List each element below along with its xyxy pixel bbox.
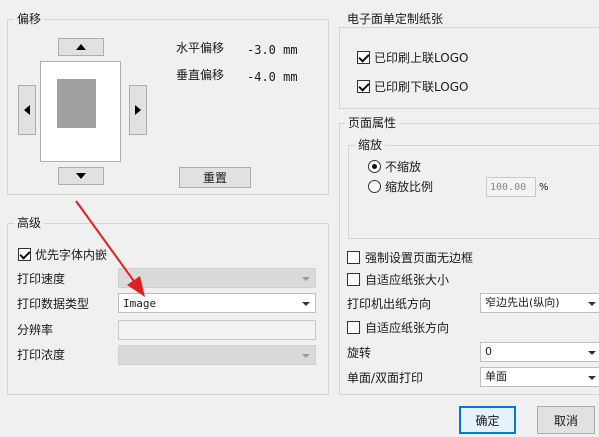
cancel-button[interactable]: 取消 (537, 406, 595, 434)
offset-right-button[interactable] (129, 85, 147, 135)
print-speed-select[interactable] (118, 268, 316, 288)
chevron-down-icon (588, 351, 596, 355)
ok-button[interactable]: 确定 (459, 406, 516, 434)
fit-paper-direction-label: 自适应纸张方向 (365, 321, 450, 335)
chevron-down-icon (588, 376, 596, 380)
chevron-down-icon (302, 302, 310, 306)
percent-label: % (539, 182, 549, 193)
horizontal-offset-label: 水平偏移 (176, 41, 225, 55)
duplex-label: 单面/双面打印 (347, 371, 424, 385)
density-select[interactable] (118, 345, 316, 365)
custom-paper-title: 电子面单定制纸张 (345, 12, 446, 26)
rotate-label: 旋转 (347, 346, 372, 360)
reset-button[interactable]: 重置 (179, 167, 251, 188)
scale-group-title: 缩放 (355, 138, 386, 152)
feed-direction-value: 窄边先出(纵向) (485, 296, 560, 309)
chevron-down-icon (588, 302, 596, 306)
density-label: 打印浓度 (17, 348, 66, 362)
resolution-field[interactable] (118, 320, 316, 340)
scale-ratio-label: 缩放比例 (385, 180, 434, 194)
print-speed-label: 打印速度 (17, 272, 66, 286)
fit-paper-size-checkbox[interactable] (347, 273, 360, 286)
embed-font-label: 优先字体内嵌 (35, 248, 108, 262)
arrow-down-icon (76, 173, 86, 179)
advanced-group-title: 高级 (14, 216, 45, 230)
page-props-title: 页面属性 (345, 116, 400, 130)
data-type-select[interactable]: Image (118, 293, 316, 313)
no-scale-label: 不缩放 (385, 160, 422, 174)
arrow-right-icon (135, 105, 141, 115)
scale-ratio-value: 100.00 (490, 182, 527, 193)
arrow-up-icon (76, 44, 86, 50)
scale-ratio-input[interactable]: 100.00 (486, 177, 536, 197)
rotate-select[interactable]: 0 (480, 342, 599, 362)
offset-down-button[interactable] (58, 167, 104, 185)
fit-paper-size-label: 自适应纸张大小 (365, 273, 450, 287)
upper-logo-checkbox[interactable] (357, 51, 370, 64)
offset-group-title: 偏移 (14, 12, 45, 26)
chevron-down-icon (302, 277, 310, 281)
scale-ratio-radio[interactable] (368, 180, 381, 193)
horizontal-offset-value: -3.0 mm (247, 43, 298, 57)
arrow-left-icon (24, 105, 30, 115)
vertical-offset-label: 垂直偏移 (176, 68, 225, 82)
vertical-offset-value: -4.0 mm (247, 70, 298, 84)
resolution-label: 分辨率 (17, 323, 54, 337)
data-type-label: 打印数据类型 (17, 297, 90, 311)
custom-paper-group (339, 27, 599, 109)
rotate-value: 0 (485, 345, 492, 358)
lower-logo-label: 已印刷下联LOGO (374, 80, 469, 94)
embed-font-checkbox[interactable] (18, 248, 31, 261)
no-scale-radio[interactable] (368, 160, 381, 173)
feed-direction-select[interactable]: 窄边先出(纵向) (480, 293, 599, 313)
force-borderless-label: 强制设置页面无边框 (365, 251, 474, 265)
lower-logo-checkbox[interactable] (357, 80, 370, 93)
chevron-down-icon (302, 354, 310, 358)
duplex-select[interactable]: 单面 (480, 367, 599, 387)
upper-logo-label: 已印刷上联LOGO (374, 51, 469, 65)
page-preview-content (57, 79, 96, 128)
page-preview (40, 61, 121, 162)
offset-left-button[interactable] (18, 85, 36, 135)
offset-up-button[interactable] (58, 38, 104, 56)
data-type-value: Image (123, 297, 157, 310)
force-borderless-checkbox[interactable] (347, 251, 360, 264)
fit-paper-direction-checkbox[interactable] (347, 321, 360, 334)
duplex-value: 单面 (485, 370, 507, 383)
feed-direction-label: 打印机出纸方向 (347, 297, 432, 311)
